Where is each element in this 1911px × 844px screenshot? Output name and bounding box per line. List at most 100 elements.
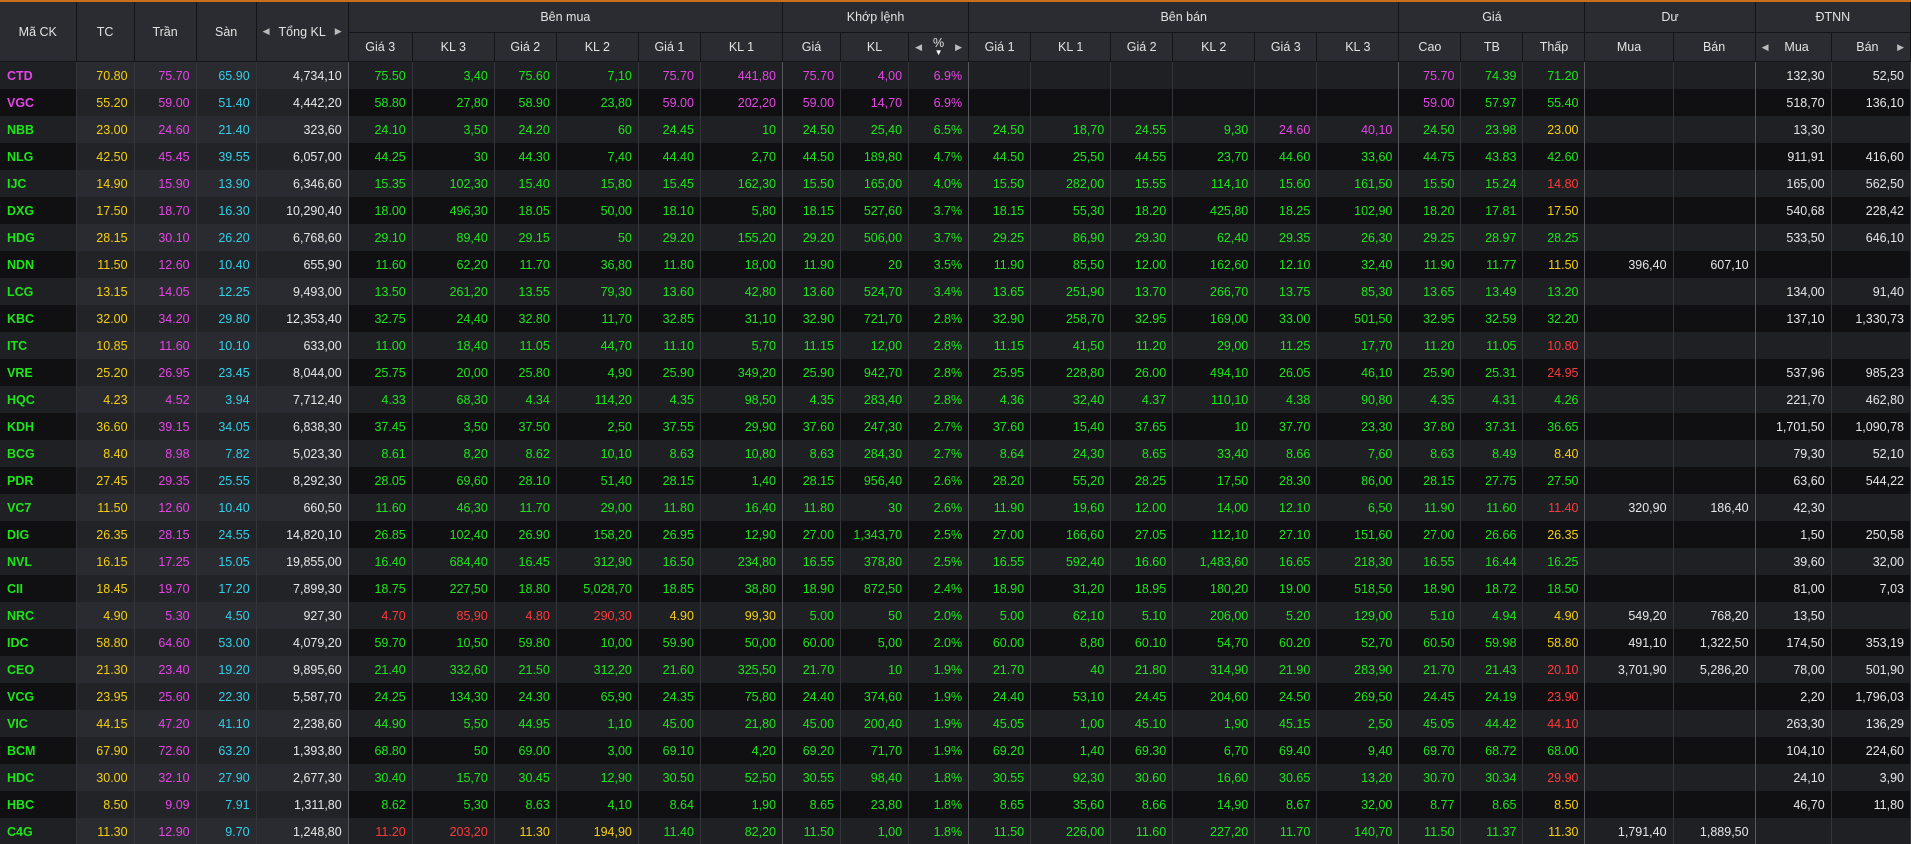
cell-symbol[interactable]: VIC	[0, 710, 77, 737]
chevron-left-icon[interactable]: ◀	[1762, 42, 1769, 53]
table-row[interactable]: CII 18.45 19.70 17.20 7,899,30 18.75 227,50 18.…	[0, 575, 1911, 602]
cell-ask-vol-1: 228,80	[1030, 359, 1112, 386]
cell-match-pct: 1.9%	[908, 656, 970, 683]
header-match-vol[interactable]: KL	[840, 32, 910, 62]
cell-symbol[interactable]: VRE	[0, 359, 77, 386]
header-remain-buy[interactable]: Mua	[1584, 32, 1674, 62]
table-row[interactable]: DXG 17.50 18.70 16.30 10,290,40 18.00 496,30 18…	[0, 197, 1911, 224]
table-row[interactable]: DIG 26.35 28.15 24.55 14,820,10 26.85 102,40 26…	[0, 521, 1911, 548]
cell-symbol[interactable]: BCM	[0, 737, 77, 764]
table-row[interactable]: HDG 28.15 30.10 26.20 6,768,60 29.10 89,40 29.1…	[0, 224, 1911, 251]
header-bid-price-2[interactable]: Giá 2	[494, 32, 557, 62]
cell-symbol[interactable]: NRC	[0, 602, 77, 629]
chevron-left-icon[interactable]: ◀	[915, 42, 922, 53]
header-bid-vol-2[interactable]: KL 2	[556, 32, 639, 62]
cell-symbol[interactable]: VGC	[0, 89, 77, 116]
table-row[interactable]: BCM 67.90 72.60 63.20 1,393,80 68.80 50 69.00 3,…	[0, 737, 1911, 764]
table-row[interactable]: HDC 30.00 32.10 27.90 2,677,30 30.40 15,70 30.4…	[0, 764, 1911, 791]
header-ask-vol-3[interactable]: KL 3	[1316, 32, 1400, 62]
header-ask-vol-1[interactable]: KL 1	[1030, 32, 1112, 62]
cell-symbol[interactable]: LCG	[0, 278, 77, 305]
table-row[interactable]: VIC 44.15 47.20 41.10 2,238,60 44.90 5,50 44.95…	[0, 710, 1911, 737]
table-row[interactable]: NLG 42.50 45.45 39.55 6,057,00 44.25 30 44.30 7,…	[0, 143, 1911, 170]
table-row[interactable]: IJC 14.90 15.90 13.90 6,346,60 15.35 102,30 15.…	[0, 170, 1911, 197]
cell-symbol[interactable]: NDN	[0, 251, 77, 278]
header-high[interactable]: Cao	[1398, 32, 1462, 62]
table-row[interactable]: C4G 11.30 12.90 9.70 1,248,80 11.20 203,20 11.3…	[0, 818, 1911, 844]
cell-symbol[interactable]: NLG	[0, 143, 77, 170]
chevron-left-icon[interactable]: ◀	[263, 26, 270, 37]
table-row[interactable]: KDH 36.60 39.15 34.05 6,838,30 37.45 3,50 37.50…	[0, 413, 1911, 440]
cell-foreign-sell: 462,80	[1831, 386, 1911, 413]
cell-symbol[interactable]: NBB	[0, 116, 77, 143]
cell-symbol[interactable]: CII	[0, 575, 77, 602]
cell-symbol[interactable]: BCG	[0, 440, 77, 467]
cell-ceil: 12.60	[134, 494, 197, 521]
cell-symbol[interactable]: NVL	[0, 548, 77, 575]
table-row[interactable]: VCG 23.95 25.60 22.30 5,587,70 24.25 134,30 24.…	[0, 683, 1911, 710]
table-row[interactable]: LCG 13.15 14.05 12.25 9,493,00 13.50 261,20 13.…	[0, 278, 1911, 305]
cell-symbol[interactable]: HDC	[0, 764, 77, 791]
cell-symbol[interactable]: VC7	[0, 494, 77, 521]
table-row[interactable]: VGC 55.20 59.00 51.40 4,442,20 58.80 27,80 58.9…	[0, 89, 1911, 116]
header-remain-sell[interactable]: Bán	[1673, 32, 1756, 62]
header-ref[interactable]: TC	[76, 2, 135, 62]
cell-foreign-sell: 136,29	[1831, 710, 1911, 737]
table-row[interactable]: HBC 8.50 9.09 7.91 1,311,80 8.62 5,30 8.63 4,10 8…	[0, 791, 1911, 818]
table-row[interactable]: NDN 11.50 12.60 10.40 655,90 11.60 62,20 11.70 3…	[0, 251, 1911, 278]
cell-symbol[interactable]: DIG	[0, 521, 77, 548]
cell-symbol[interactable]: CEO	[0, 656, 77, 683]
header-foreign-sell[interactable]: Bán ▶	[1831, 32, 1911, 62]
cell-symbol[interactable]: KBC	[0, 305, 77, 332]
header-match-pct[interactable]: ◀% ▼ ▶	[908, 32, 970, 62]
header-ask-price-2[interactable]: Giá 2	[1110, 32, 1174, 62]
header-bid-vol-1[interactable]: KL 1	[700, 32, 783, 62]
header-match-price[interactable]: Giá	[782, 32, 842, 62]
cell-symbol[interactable]: KDH	[0, 413, 77, 440]
sort-desc-icon[interactable]: ▼	[935, 48, 943, 57]
table-row[interactable]: CTD 70.80 75.70 65.90 4,734,10 75.50 3,40 75.60…	[0, 61, 1911, 89]
table-row[interactable]: PDR 27.45 29.35 25.55 8,292,30 28.05 69,60 28.1…	[0, 467, 1911, 494]
cell-bid-price-1: 15.45	[638, 170, 701, 197]
table-row[interactable]: VRE 25.20 26.95 23.45 8,044,00 25.75 20,00 25.8…	[0, 359, 1911, 386]
cell-symbol[interactable]: HBC	[0, 791, 77, 818]
cell-symbol[interactable]: IDC	[0, 629, 77, 656]
chevron-right-icon[interactable]: ▶	[955, 42, 962, 53]
cell-symbol[interactable]: ITC	[0, 332, 77, 359]
table-row[interactable]: IDC 58.80 64.60 53.00 4,079,20 59.70 10,50 59.8…	[0, 629, 1911, 656]
cell-symbol[interactable]: PDR	[0, 467, 77, 494]
table-row[interactable]: HQC 4.23 4.52 3.94 7,712,40 4.33 68,30 4.34 114,…	[0, 386, 1911, 413]
header-bid-price-3[interactable]: Giá 3	[348, 32, 413, 62]
table-row[interactable]: NBB 23.00 24.60 21.40 323,60 24.10 3,50 24.20 60…	[0, 116, 1911, 143]
header-foreign-buy[interactable]: ◀ Mua	[1755, 32, 1832, 62]
header-floor[interactable]: Sàn	[196, 2, 257, 62]
header-low[interactable]: Thấp	[1522, 32, 1586, 62]
chevron-right-icon[interactable]: ▶	[1897, 42, 1904, 53]
table-row[interactable]: NVL 16.15 17.25 15.05 19,855,00 16.40 684,40 16…	[0, 548, 1911, 575]
header-ceil[interactable]: Trần	[134, 2, 197, 62]
header-symbol[interactable]: Mã CK	[0, 2, 77, 62]
cell-remain-sell	[1673, 359, 1756, 386]
header-ask-price-3[interactable]: Giá 3	[1254, 32, 1318, 62]
header-ask-price-1[interactable]: Giá 1	[968, 32, 1032, 62]
table-row[interactable]: KBC 32.00 34.20 29.80 12,353,40 32.75 24,40 32.…	[0, 305, 1911, 332]
header-total-vol[interactable]: ◀ Tổng KL ▶	[256, 2, 349, 62]
table-row[interactable]: NRC 4.90 5.30 4.50 927,30 4.70 85,90 4.80 290,30…	[0, 602, 1911, 629]
header-bid-vol-3[interactable]: KL 3	[412, 32, 495, 62]
header-ask-vol-2[interactable]: KL 2	[1172, 32, 1256, 62]
cell-symbol[interactable]: CTD	[0, 61, 77, 89]
cell-symbol[interactable]: HQC	[0, 386, 77, 413]
table-row[interactable]: CEO 21.30 23.40 19.20 9,895,60 21.40 332,60 21.…	[0, 656, 1911, 683]
header-bid-price-1[interactable]: Giá 1	[638, 32, 701, 62]
cell-low: 26.35	[1522, 521, 1586, 548]
table-row[interactable]: BCG 8.40 8.98 7.82 5,023,30 8.61 8,20 8.62 10,10…	[0, 440, 1911, 467]
cell-symbol[interactable]: IJC	[0, 170, 77, 197]
header-avg[interactable]: TB	[1460, 32, 1524, 62]
cell-symbol[interactable]: DXG	[0, 197, 77, 224]
table-row[interactable]: VC7 11.50 12.60 10.40 660,50 11.60 46,30 11.70 2…	[0, 494, 1911, 521]
chevron-right-icon[interactable]: ▶	[335, 26, 342, 37]
cell-symbol[interactable]: C4G	[0, 818, 77, 844]
cell-symbol[interactable]: VCG	[0, 683, 77, 710]
cell-symbol[interactable]: HDG	[0, 224, 77, 251]
table-row[interactable]: ITC 10.85 11.60 10.10 633,00 11.00 18,40 11.05 4…	[0, 332, 1911, 359]
